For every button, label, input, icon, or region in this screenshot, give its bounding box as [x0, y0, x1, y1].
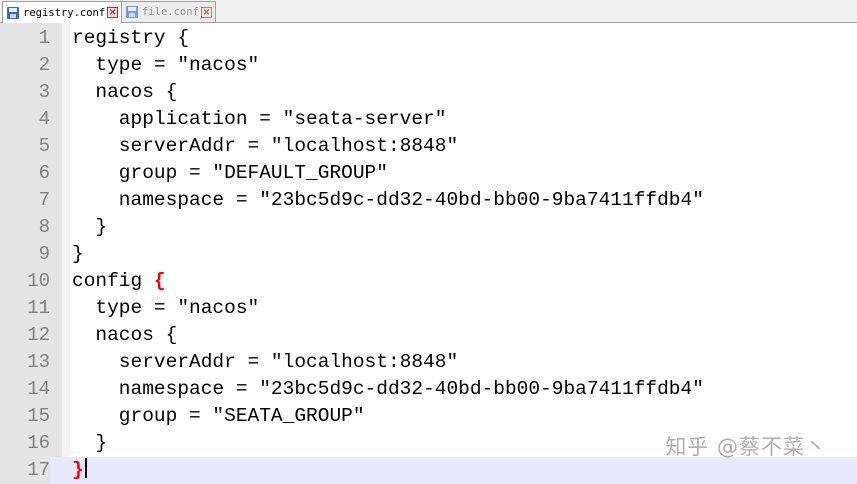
code-line[interactable]: 15 group = "SEATA_GROUP" [0, 403, 857, 430]
line-number: 3 [38, 81, 50, 103]
file-save-icon [126, 6, 138, 18]
code-text: type = "nacos" [72, 297, 260, 319]
line-number: 17 [0, 457, 50, 484]
code-line[interactable]: 4 application = "seata-server" [0, 106, 857, 133]
tab-registry-conf[interactable]: registry.conf × [2, 1, 123, 23]
tab-file-conf[interactable]: file.conf × [121, 1, 216, 22]
code-text: nacos { [72, 324, 178, 346]
code-text: application = "seata-server" [72, 108, 447, 130]
line-text[interactable]: group = "DEFAULT_GROUP" [72, 160, 388, 187]
line-text[interactable]: } [72, 214, 107, 241]
line-number: 8 [38, 216, 50, 238]
line-number: 14 [27, 378, 50, 400]
code-text: serverAddr = "localhost:8848" [72, 135, 459, 157]
line-text[interactable]: type = "nacos" [72, 295, 259, 322]
line-text[interactable]: } [72, 457, 87, 484]
code-text: serverAddr = "localhost:8848" [72, 351, 459, 373]
line-number: 1 [38, 27, 50, 49]
line-number: 5 [38, 135, 50, 157]
tab-bar: registry.conf × file.conf × [0, 0, 857, 23]
line-text[interactable]: serverAddr = "localhost:8848" [72, 133, 458, 160]
code-line[interactable]: 11 type = "nacos" [0, 295, 857, 322]
close-tab-icon[interactable]: × [107, 7, 119, 18]
code-line[interactable]: 5 serverAddr = "localhost:8848" [0, 133, 857, 160]
line-number: 2 [38, 54, 50, 76]
code-text: group = "DEFAULT_GROUP" [72, 162, 388, 184]
code-text: type = "nacos" [72, 54, 260, 76]
line-text[interactable]: type = "nacos" [72, 52, 259, 79]
line-number: 10 [27, 270, 50, 292]
code-line[interactable]: 14 namespace = "23bc5d9c-dd32-40bd-bb00-… [0, 376, 857, 403]
line-text[interactable]: registry { [72, 25, 189, 52]
code-line[interactable]: 13 serverAddr = "localhost:8848" [0, 349, 857, 376]
code-text: config [72, 270, 154, 292]
code-text: } [72, 216, 108, 238]
line-text[interactable]: application = "seata-server" [72, 106, 447, 133]
line-text[interactable]: } [72, 430, 107, 457]
line-number: 11 [27, 297, 50, 319]
line-text[interactable]: } [72, 241, 84, 268]
code-line[interactable]: 17} [0, 457, 857, 484]
line-text[interactable]: namespace = "23bc5d9c-dd32-40bd-bb00-9ba… [72, 187, 704, 214]
line-text[interactable]: config { [72, 268, 166, 295]
close-tab-icon[interactable]: × [200, 6, 212, 18]
tab-label: registry.conf [23, 6, 106, 19]
watermark: 知乎 @蔡不菜丶 [665, 435, 827, 459]
tab-label: file.conf [142, 6, 199, 18]
line-text[interactable]: namespace = "23bc5d9c-dd32-40bd-bb00-9ba… [72, 376, 704, 403]
code-text: namespace = "23bc5d9c-dd32-40bd-bb00-9ba… [72, 378, 704, 400]
code-line[interactable]: 9} [0, 241, 857, 268]
code-line[interactable]: 12 nacos { [0, 322, 857, 349]
code-text: namespace = "23bc5d9c-dd32-40bd-bb00-9ba… [72, 189, 704, 211]
line-number: 4 [38, 108, 50, 130]
line-number: 7 [38, 189, 50, 211]
code-line[interactable]: 10 config { [0, 268, 857, 295]
file-save-icon [7, 6, 19, 19]
text-cursor [84, 458, 87, 478]
line-text[interactable]: group = "SEATA_GROUP" [72, 403, 365, 430]
code-line[interactable]: 3 nacos { [0, 79, 857, 106]
code-line[interactable]: 6 group = "DEFAULT_GROUP" [0, 160, 857, 187]
code-text: nacos { [72, 81, 178, 103]
code-line[interactable]: 7 namespace = "23bc5d9c-dd32-40bd-bb00-9… [0, 187, 857, 214]
matched-brace: } [72, 459, 84, 481]
line-number: 16 [27, 432, 50, 454]
code-text: registry { [72, 27, 190, 49]
code-text: group = "SEATA_GROUP" [72, 405, 365, 427]
code-line[interactable]: 1 registry { [0, 25, 857, 52]
code-text: } [72, 432, 108, 454]
line-text[interactable]: nacos { [72, 79, 177, 106]
code-text: } [72, 243, 84, 265]
line-number: 13 [27, 351, 50, 373]
code-editor[interactable]: 1 registry {2 type = "nacos" 3 nacos {4 ap… [0, 23, 857, 484]
line-number: 12 [27, 324, 50, 346]
line-number: 15 [27, 405, 50, 427]
line-text[interactable]: nacos { [72, 322, 177, 349]
line-number: 9 [38, 243, 50, 265]
code-line[interactable]: 2 type = "nacos" [0, 52, 857, 79]
matched-brace: { [153, 270, 166, 292]
line-number: 6 [38, 162, 50, 184]
code-line[interactable]: 8 } [0, 214, 857, 241]
line-text[interactable]: serverAddr = "localhost:8848" [72, 349, 458, 376]
